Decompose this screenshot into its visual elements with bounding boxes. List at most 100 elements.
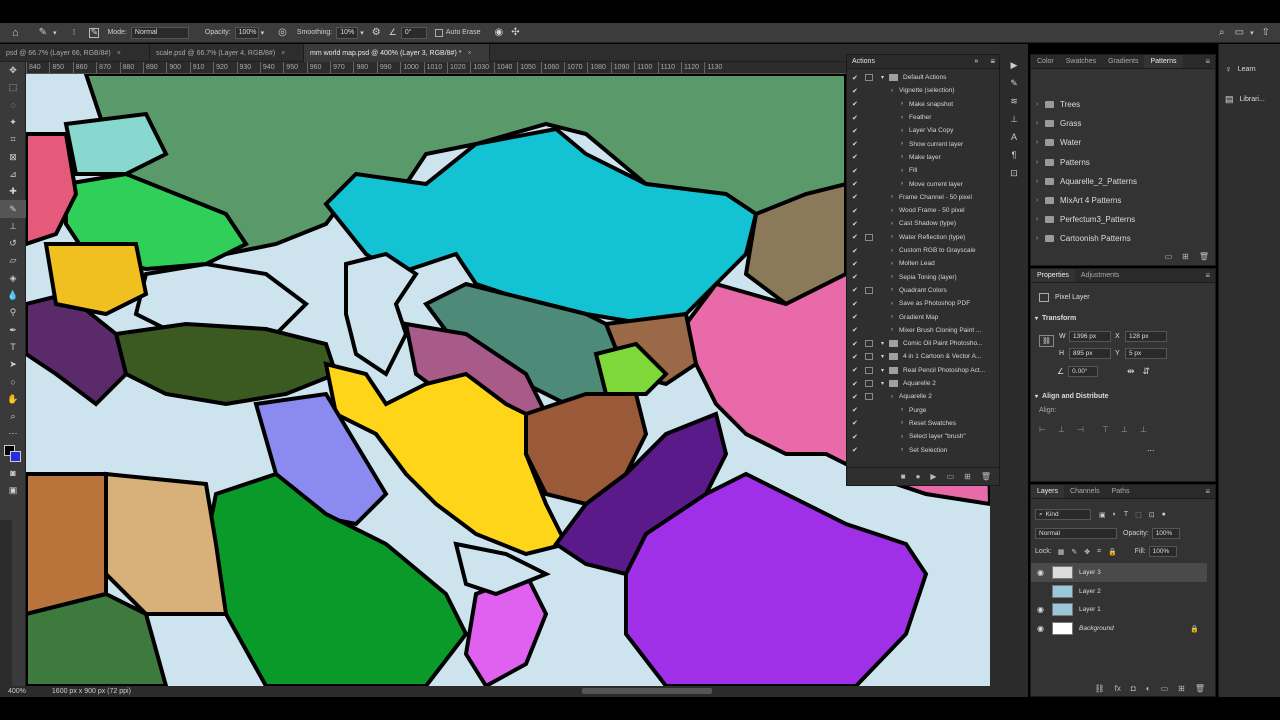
adjustment-layer-icon[interactable]: ◐ [1146, 684, 1151, 693]
brush-panel-icon[interactable]: ✎ [89, 27, 100, 38]
height-input[interactable]: 895 px [1069, 348, 1111, 359]
action-item[interactable]: ✔ › Molten Lead [847, 257, 993, 270]
horizontal-ruler[interactable]: 840 850 860 870 880 890 900 910 920 930 940 950 960 9… [26, 62, 846, 74]
check-icon[interactable]: ✔ [852, 353, 860, 361]
angle-input[interactable]: 0° [400, 26, 427, 39]
clone-stamp-icon[interactable]: ⊥ [0, 218, 26, 235]
healing-brush-icon[interactable]: ✚ [0, 183, 26, 200]
check-icon[interactable]: ✔ [852, 87, 860, 95]
lock-icon[interactable]: 🔒 [1190, 625, 1199, 633]
action-item[interactable]: ✔ ▾ Real Pencil Photoshop Act... [847, 364, 993, 377]
panel-menu-icon[interactable]: ≡ [990, 57, 995, 66]
eyedropper-icon[interactable]: ⊿ [0, 166, 26, 183]
chevron-right-icon[interactable]: › [891, 208, 893, 214]
check-icon[interactable]: ✔ [852, 433, 860, 441]
play-icon[interactable]: ▶ [930, 472, 936, 481]
marquee-tool-icon[interactable]: ⬚ [0, 79, 26, 96]
home-icon[interactable]: ⌂ [12, 27, 19, 39]
chevron-right-icon[interactable]: › [901, 168, 903, 174]
action-item[interactable]: ✔ › Custom RGB to Grayscale [847, 244, 993, 257]
chevron-right-icon[interactable]: › [901, 447, 903, 453]
lock-position-icon[interactable]: ✥ [1084, 548, 1090, 556]
brush-settings-icon[interactable]: ✎ [1000, 74, 1028, 92]
chevron-right-icon[interactable]: › [1036, 101, 1038, 108]
type-tool-icon[interactable]: T [0, 339, 26, 356]
action-item[interactable]: ✔ › Fill [847, 164, 993, 177]
check-icon[interactable]: ✔ [852, 273, 860, 281]
chevron-right-icon[interactable]: › [901, 181, 903, 187]
close-icon[interactable]: × [467, 50, 471, 57]
tab-patterns[interactable]: Patterns [1144, 55, 1183, 68]
check-icon[interactable]: ✔ [852, 140, 860, 148]
filter-toggle-icon[interactable]: ● [1162, 511, 1166, 519]
chevron-right-icon[interactable]: › [1036, 178, 1038, 185]
pen-tool-icon[interactable]: ✒ [0, 321, 26, 338]
smoothing-input[interactable]: 10% [336, 26, 359, 39]
align-right-icon[interactable]: ⊣ [1077, 425, 1084, 434]
symmetry-icon[interactable]: ✣ [511, 27, 519, 38]
horizontal-scrollbar-thumb[interactable] [582, 688, 712, 694]
y-input[interactable]: 5 px [1125, 348, 1167, 359]
crop-tool-icon[interactable]: ⌗ [0, 131, 26, 148]
trash-icon[interactable]: 🗑 [981, 472, 991, 481]
new-group-icon[interactable]: ▭ [1165, 252, 1173, 261]
chevron-right-icon[interactable]: › [901, 128, 903, 134]
chevron-right-icon[interactable]: › [891, 301, 893, 307]
check-icon[interactable]: ✔ [852, 167, 860, 175]
zoom-tool-icon[interactable]: ⌕ [0, 408, 26, 425]
lock-paint-icon[interactable]: ✎ [1071, 548, 1077, 556]
layer-row[interactable]: Layer 2 [1031, 582, 1207, 601]
chevron-right-icon[interactable]: › [1036, 216, 1038, 223]
dialog-toggle-box[interactable] [865, 393, 873, 401]
check-icon[interactable]: ✔ [852, 313, 860, 321]
check-icon[interactable]: ✔ [852, 419, 860, 427]
chevron-right-icon[interactable]: › [901, 420, 903, 426]
action-item[interactable]: ✔ ▾ Comic Oil Paint Photosho... [847, 337, 993, 350]
action-item[interactable]: ✔ ▾ Aquarelle 2 [847, 377, 993, 390]
action-item[interactable]: ✔ › Save as Photoshop PDF [847, 297, 993, 310]
action-item[interactable]: ✔ › Wood Frame - 50 pixel [847, 204, 993, 217]
share-icon[interactable]: ⇧ [1262, 27, 1270, 38]
chevron-right-icon[interactable]: › [891, 88, 893, 94]
pattern-group[interactable]: › Perfectum3_Patterns [1031, 210, 1201, 229]
action-item[interactable]: ✔ › Set Selection [847, 443, 993, 456]
check-icon[interactable]: ✔ [852, 286, 860, 294]
pattern-group[interactable]: › Cartoonish Patterns [1031, 229, 1201, 248]
lasso-tool-icon[interactable]: ◌ [0, 97, 26, 114]
path-selection-icon[interactable]: ➤ [0, 356, 26, 373]
gear-icon[interactable]: ⚙ [372, 27, 381, 38]
angle-input[interactable]: 0.00° [1068, 366, 1099, 377]
tab-gradients[interactable]: Gradients [1102, 55, 1144, 68]
action-item[interactable]: ✔ › Quadrant Colors [847, 284, 993, 297]
dialog-toggle-box[interactable] [865, 286, 873, 294]
check-icon[interactable]: ✔ [852, 220, 860, 228]
check-icon[interactable]: ✔ [852, 300, 860, 308]
action-item[interactable]: ✔ ▾ Default Actions [847, 71, 993, 84]
filter-pixel-icon[interactable]: ▣ [1099, 511, 1106, 519]
tab-properties[interactable]: Properties [1031, 269, 1075, 282]
dialog-toggle-box[interactable] [865, 74, 873, 82]
check-icon[interactable]: ✔ [852, 326, 860, 334]
check-icon[interactable]: ✔ [852, 180, 860, 188]
panel-menu-icon[interactable]: ≡ [1205, 485, 1210, 498]
blur-tool-icon[interactable]: 💧 [0, 287, 26, 304]
chevron-right-icon[interactable]: › [1036, 159, 1038, 166]
actions-tab[interactable]: Actions [852, 58, 875, 65]
chevron-down-icon[interactable]: ▾ [881, 353, 884, 360]
action-item[interactable]: ✔ › Feather [847, 111, 993, 124]
panel-menu-icon[interactable]: ≡ [1205, 269, 1210, 282]
layer-row[interactable]: ◉ Layer 3 [1031, 563, 1207, 582]
chevron-right-icon[interactable]: › [1036, 197, 1038, 204]
check-icon[interactable]: ✔ [852, 153, 860, 161]
brush-size-icon[interactable]: ⁝ [73, 27, 76, 38]
close-icon[interactable]: × [117, 50, 121, 57]
check-icon[interactable]: ✔ [852, 127, 860, 135]
check-icon[interactable]: ✔ [852, 366, 860, 374]
action-item[interactable]: ✔ › Select layer "brush" [847, 430, 993, 443]
character-icon[interactable]: ¶ [1000, 146, 1028, 164]
link-icon[interactable]: ⛓ [1039, 335, 1054, 347]
trash-icon[interactable]: 🗑 [1195, 684, 1205, 693]
filter-adjustment-icon[interactable]: ◐ [1113, 511, 1117, 519]
pattern-group[interactable]: › Patterns [1031, 153, 1201, 172]
action-item[interactable]: ✔ › Sepia Toning (layer) [847, 271, 993, 284]
